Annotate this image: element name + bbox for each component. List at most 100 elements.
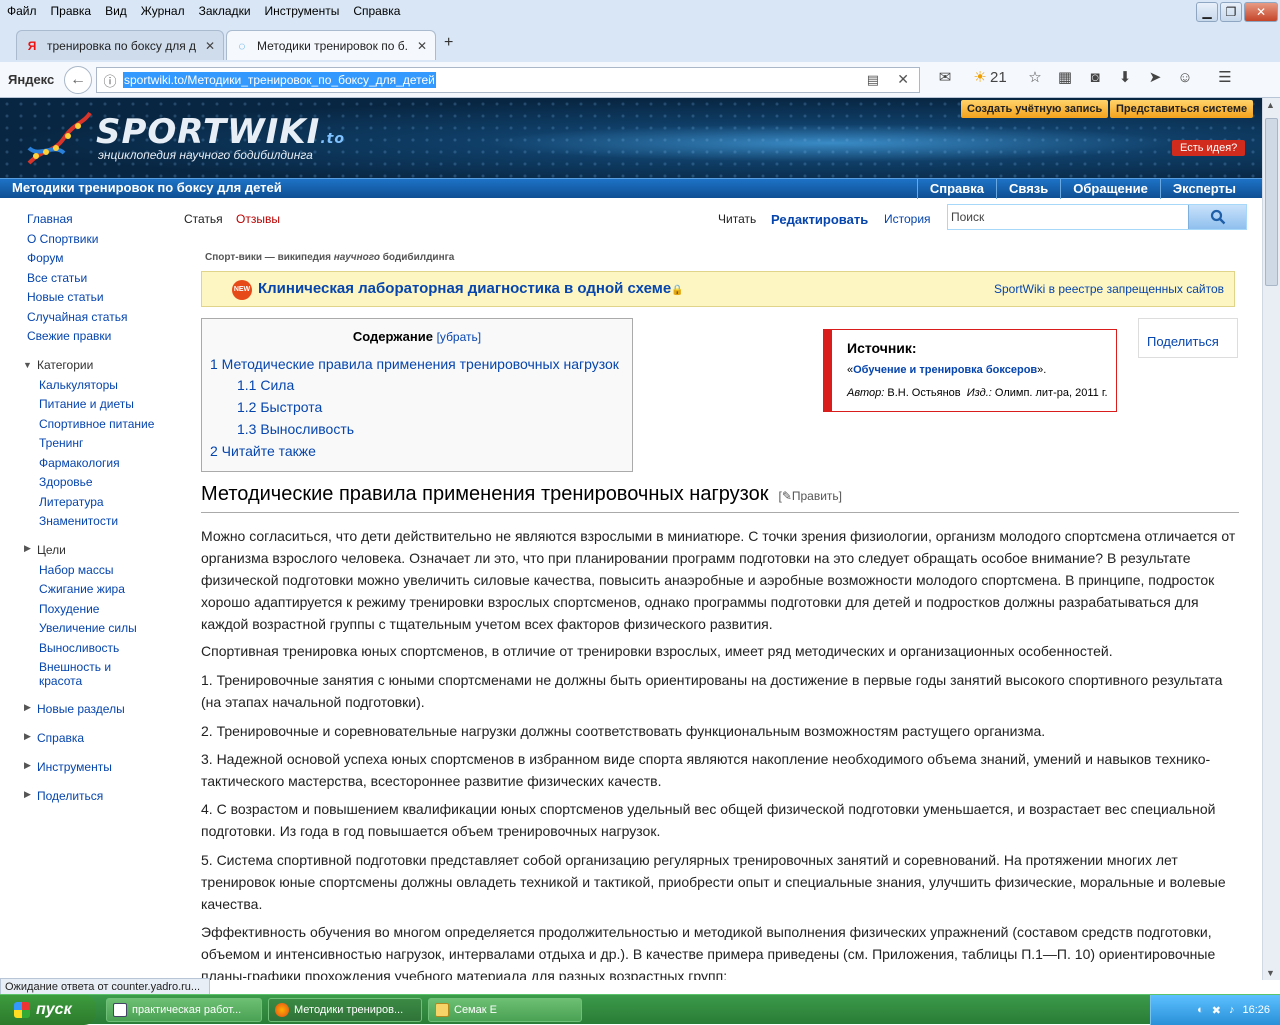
promo-link[interactable]: Клиническая лабораторная диагностика в о… [258,280,684,297]
sidebar-item-all-articles[interactable]: Все статьи [27,271,87,285]
tab-yandex-search[interactable]: Я тренировка по боксу для д... ✕ [16,30,224,60]
search-input[interactable]: Поиск [951,210,984,224]
mail-icon[interactable]: ✉ [930,68,960,86]
new-tab-icon[interactable]: + [444,34,453,52]
send-icon[interactable]: ➤ [1140,68,1170,86]
taskbar-item-word[interactable]: практическая работ... [106,998,262,1022]
sidebar-heading-categories[interactable]: Категории [37,358,93,372]
tab-article[interactable]: Статья [184,212,223,226]
hamburger-menu-icon[interactable]: ☰ [1210,68,1240,86]
idea-button[interactable]: Есть идея? [1172,140,1246,156]
menu-file[interactable]: Файл [0,4,44,18]
top-link-contact[interactable]: Связь [996,179,1060,199]
source-book-link[interactable]: Обучение и тренировка боксеров [853,364,1037,376]
scroll-down-icon[interactable]: ▼ [1266,968,1275,978]
sidebar-item-literature[interactable]: Литература [39,495,104,509]
sidebar-item-help[interactable]: Справка [37,731,84,745]
bookmarks-list-icon[interactable]: ▦ [1050,68,1080,86]
sidebar-item-about[interactable]: О Спортвики [27,232,98,246]
close-tab-icon[interactable]: ✕ [417,39,427,53]
sidebar-item-training[interactable]: Тренинг [39,436,83,450]
tab-sportwiki[interactable]: ◌ Методики тренировок по б... ✕ [226,30,436,60]
menu-help[interactable]: Справка [346,4,407,18]
tab-reviews[interactable]: Отзывы [236,212,280,226]
start-button[interactable]: пуск [0,995,96,1025]
tray-app-icon[interactable]: ◐ [1197,1004,1204,1016]
smiley-icon[interactable]: ☺ [1170,69,1200,86]
taskbar-item-folder[interactable]: Семак Е [428,998,582,1022]
tab-edit[interactable]: Редактировать [771,212,868,227]
back-arrow-icon[interactable]: ← [64,65,92,94]
registry-link[interactable]: SportWiki в реестре запрещенных сайтов [994,282,1224,296]
menu-history[interactable]: Журнал [134,4,192,18]
search-button[interactable] [1188,205,1246,229]
yandex-brand[interactable]: Яндекс [8,72,64,87]
info-icon[interactable]: ⓘ [97,71,123,90]
menu-edit[interactable]: Правка [44,4,99,18]
top-link-help[interactable]: Справка [916,179,996,199]
sidebar-item-strength[interactable]: Увеличение силы [39,621,137,635]
sidebar-item-appearance-2[interactable]: красота [39,674,82,688]
sportwiki-logo[interactable]: SPORTWIKI.to [96,112,345,152]
menu-bookmarks[interactable]: Закладки [192,4,258,18]
sidebar-item-endurance[interactable]: Выносливость [39,641,119,655]
sidebar-item-new-articles[interactable]: Новые статьи [27,290,104,304]
sidebar-item-sport-nutrition[interactable]: Спортивное питание [39,417,154,431]
reader-view-icon[interactable]: ▤ [867,72,879,88]
login-button[interactable]: Представиться системе [1110,100,1254,118]
sidebar-item-health[interactable]: Здоровье [39,475,93,489]
sidebar-item-share[interactable]: Поделиться [37,789,103,803]
sidebar-item-nutrition[interactable]: Питание и диеты [39,397,134,411]
network-icon[interactable]: ✖ [1212,1004,1221,1017]
weather-widget[interactable]: ☀ 21 [960,68,1020,86]
scrollbar-thumb[interactable] [1265,118,1278,286]
toc-item[interactable]: 1.2 Быстрота [237,399,322,415]
vertical-scrollbar[interactable]: ▲ ▼ [1262,98,1280,980]
sidebar: Главная О Спортвики Форум Все статьи Нов… [0,198,176,980]
logo-tld: .to [320,131,345,147]
sidebar-item-weight-loss[interactable]: Похудение [39,602,99,616]
sidebar-item-pharmacology[interactable]: Фармакология [39,456,120,470]
top-link-appeal[interactable]: Обращение [1060,179,1160,199]
toc-toggle[interactable]: [убрать] [437,330,482,344]
sidebar-item-forum[interactable]: Форум [27,251,63,265]
toc-item[interactable]: 1 Методические правила применения тренир… [210,356,619,372]
menu-view[interactable]: Вид [98,4,134,18]
minimize-icon[interactable]: ▁ [1196,2,1218,22]
menu-tools[interactable]: Инструменты [258,4,347,18]
sidebar-item-recent-changes[interactable]: Свежие правки [27,329,111,343]
volume-icon[interactable]: ♪ [1229,1004,1235,1016]
sidebar-heading-goals[interactable]: Цели [37,543,66,557]
sidebar-item-mass-gain[interactable]: Набор массы [39,563,113,577]
sidebar-item-random[interactable]: Случайная статья [27,310,127,324]
share-button[interactable]: Поделиться [1147,334,1219,349]
sidebar-item-new-sections[interactable]: Новые разделы [37,702,125,716]
address-bar[interactable]: ⓘ sportwiki.to/Методики_тренировок_по_бо… [96,67,920,93]
toc-item[interactable]: 2 Читайте также [210,443,316,459]
taskbar-item-firefox[interactable]: Методики трениров... [268,998,422,1022]
bookmark-star-icon[interactable]: ☆ [1020,68,1050,86]
sidebar-item-fat-burn[interactable]: Сжигание жира [39,582,125,596]
download-icon[interactable]: ⬇ [1110,68,1140,86]
toc-item[interactable]: 1.3 Выносливость [237,421,354,437]
maximize-icon[interactable]: ❐ [1220,2,1242,22]
close-window-icon[interactable]: ✕ [1244,2,1278,22]
tab-history[interactable]: История [884,212,931,226]
sidebar-item-calculators[interactable]: Калькуляторы [39,378,118,392]
top-link-experts[interactable]: Эксперты [1159,179,1248,199]
collapsed-triangle-icon: ▶ [24,789,31,799]
sidebar-item-tools[interactable]: Инструменты [37,760,112,774]
toc-item[interactable]: 1.1 Сила [237,377,294,393]
scroll-up-icon[interactable]: ▲ [1266,100,1275,110]
sidebar-item-appearance[interactable]: Внешность и [39,660,111,674]
sidebar-item-celebrities[interactable]: Знаменитости [39,514,118,528]
stop-loading-icon[interactable]: ✕ [897,71,909,88]
create-account-button[interactable]: Создать учётную запись [961,100,1109,118]
pocket-icon[interactable]: ◙ [1080,69,1110,86]
clock[interactable]: 16:26 [1242,1004,1270,1016]
edit-section-link[interactable]: [✎Править] [778,489,842,503]
close-tab-icon[interactable]: ✕ [205,39,215,53]
tab-read[interactable]: Читать [718,212,756,226]
url-text[interactable]: sportwiki.to/Методики_тренировок_по_бокс… [123,72,436,88]
sidebar-item-main[interactable]: Главная [27,212,73,226]
